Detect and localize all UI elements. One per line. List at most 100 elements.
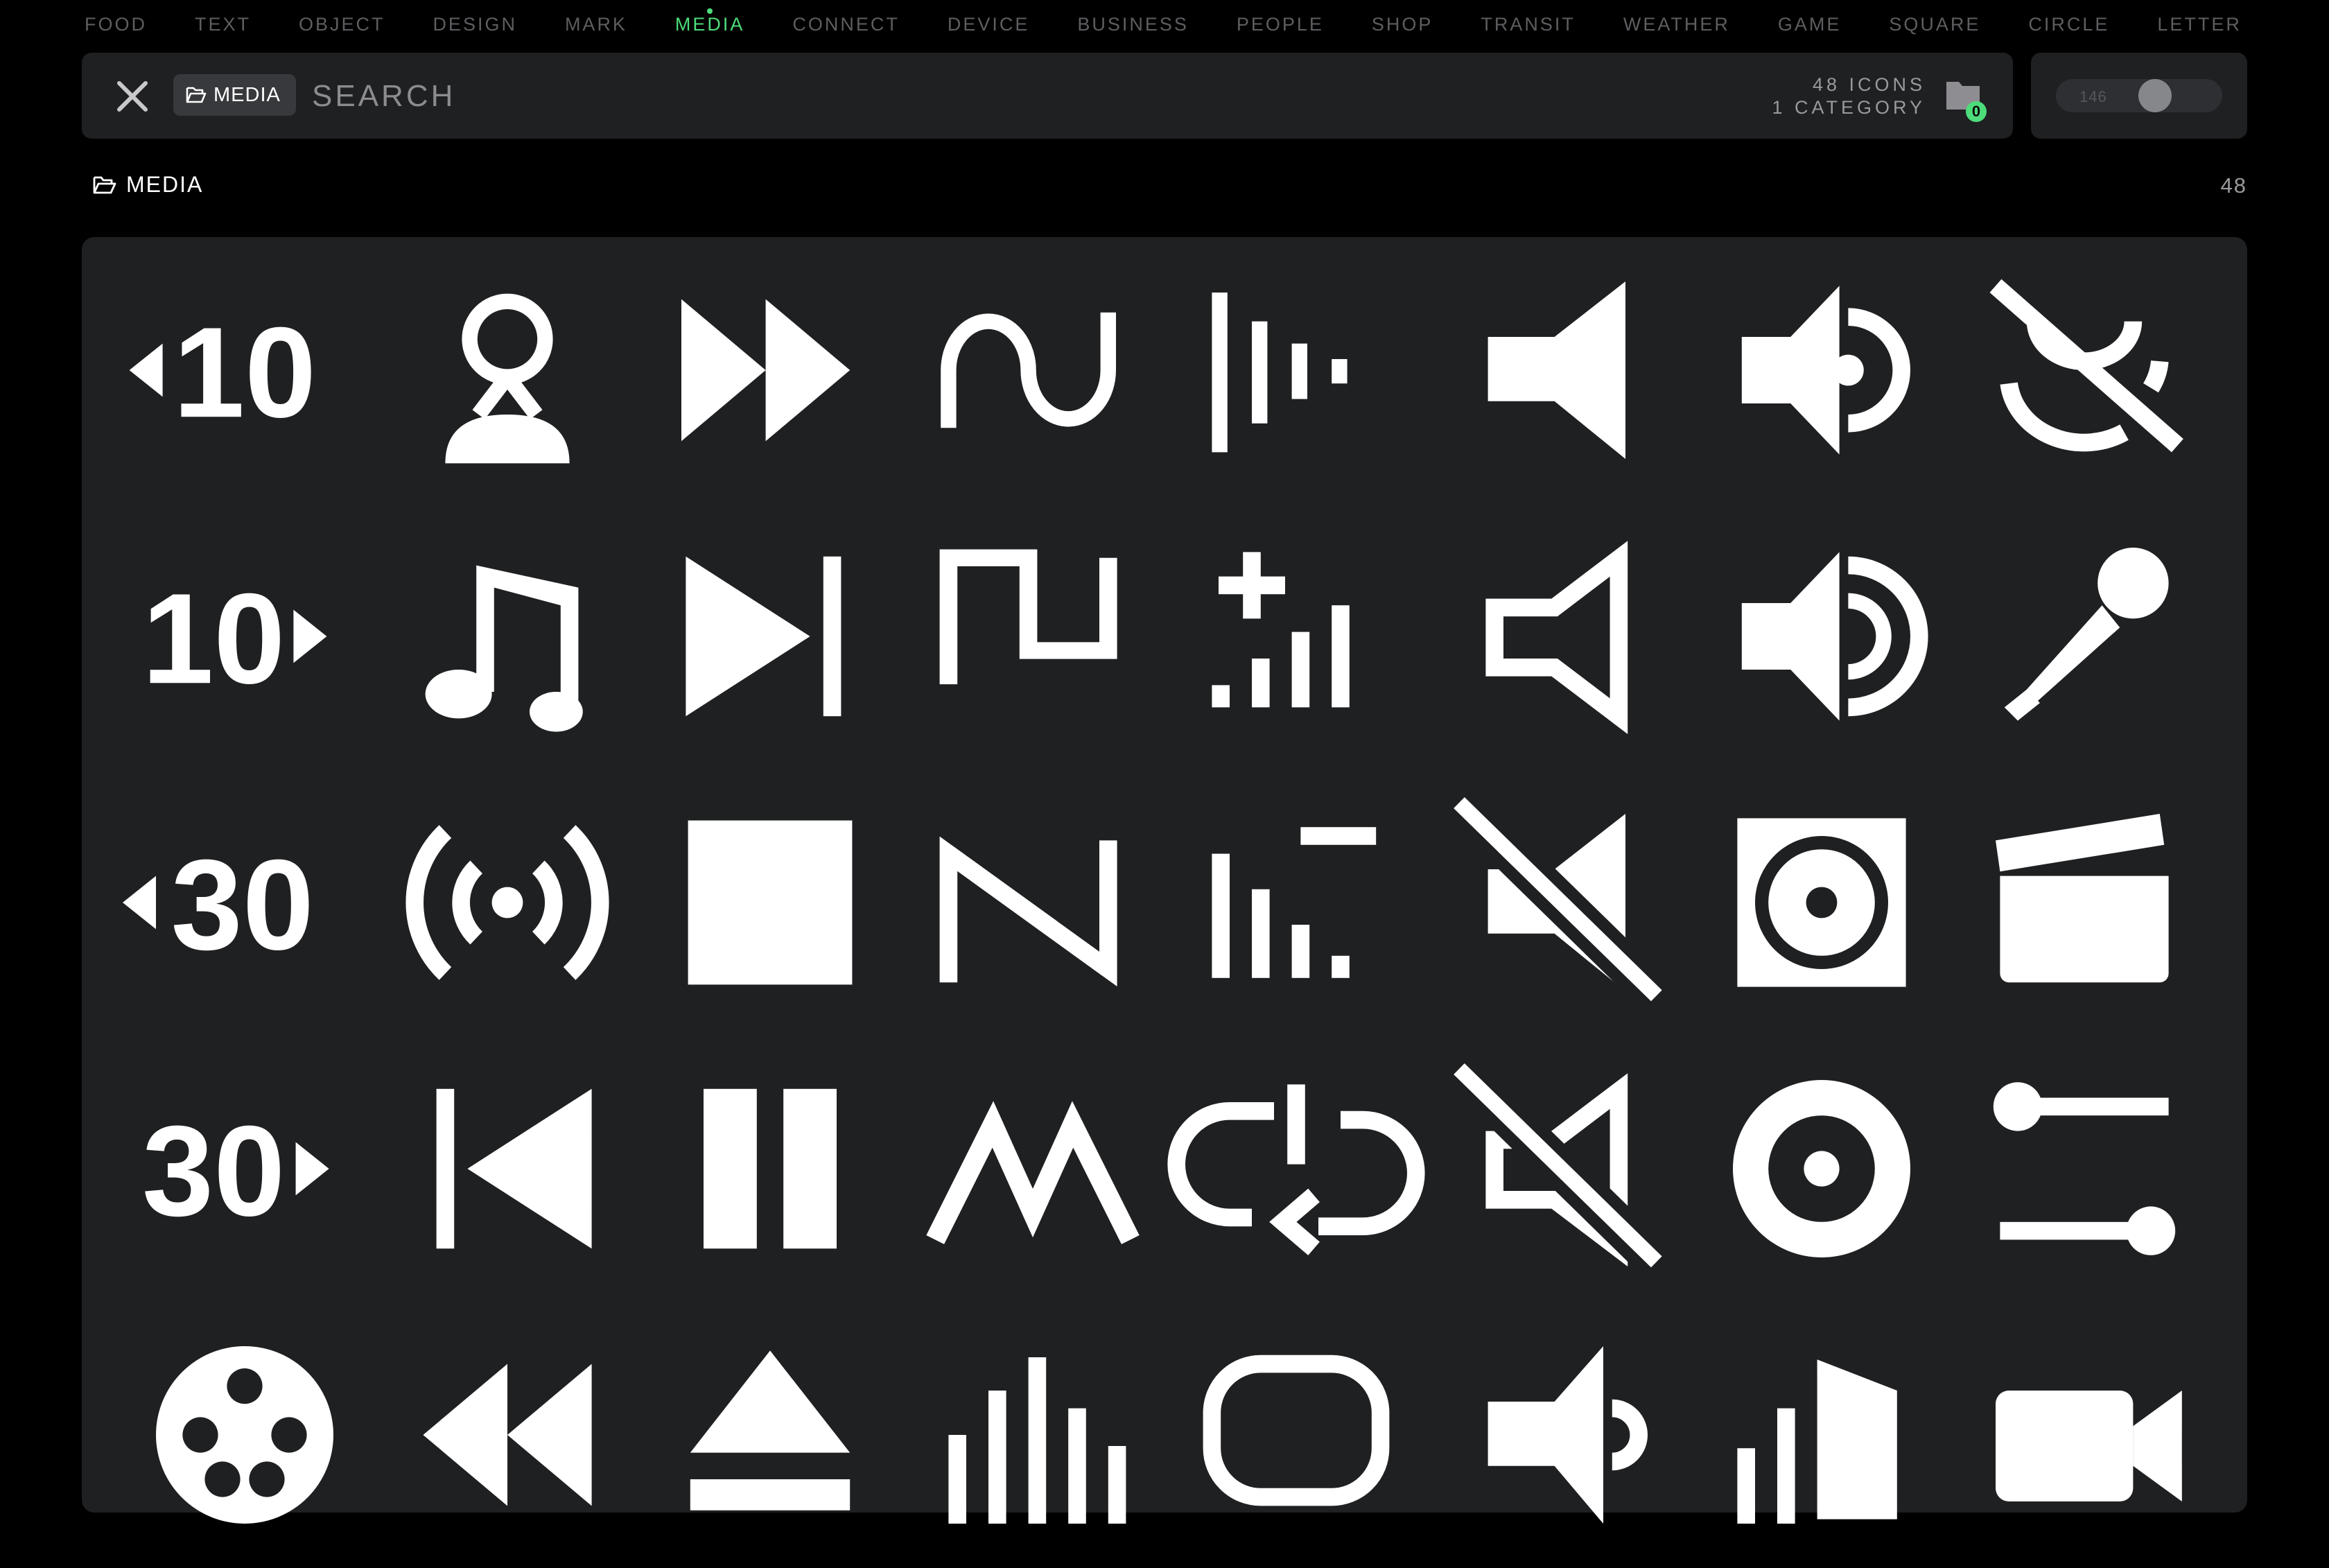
category-tab-square[interactable]: SQUARE — [1886, 14, 1983, 35]
category-tab-mark[interactable]: MARK — [562, 14, 630, 35]
category-label: CONNECT — [792, 13, 900, 35]
icon-cell-volume-low[interactable] — [1426, 1302, 1692, 1568]
category-tab-people[interactable]: PEOPLE — [1234, 14, 1327, 35]
icon-size-slider[interactable]: 146 — [2056, 79, 2222, 112]
icon-cell-volume-bars-minus[interactable] — [1163, 769, 1429, 1036]
icon-cell-video-camera[interactable] — [1951, 1302, 2217, 1568]
icon-cell-speaker[interactable] — [1426, 237, 1692, 503]
icon-cell-volume-add[interactable] — [1163, 503, 1429, 769]
icon-cell-repeat[interactable] — [1163, 1302, 1429, 1568]
icon-cell-broadcast[interactable] — [374, 769, 640, 1036]
icon-cell-microphone-off[interactable] — [1951, 237, 2217, 503]
icon-cell-replay-30[interactable]: 30 — [112, 769, 378, 1036]
category-label: BUSINESS — [1077, 13, 1189, 35]
clapperboard-icon — [1996, 814, 2169, 983]
search-input[interactable] — [311, 69, 1630, 123]
category-label: DESIGN — [433, 13, 517, 35]
category-count: 1 CATEGORY — [1772, 97, 1926, 118]
category-label: MARK — [564, 13, 627, 35]
icon-cell-disc-square[interactable] — [1689, 769, 1955, 1036]
sine-wave-icon — [941, 312, 1116, 428]
icon-cell-film-reel[interactable] — [112, 1302, 378, 1568]
stop-icon — [688, 820, 853, 985]
category-nav: FOOD TEXT OBJECT DESIGN MARK MEDIA CONNECT DEVI… — [82, 0, 2244, 49]
fast-forward-icon — [681, 299, 851, 442]
search-bar: MEDIA 48 ICONS 1 CATEGORY 0 — [82, 53, 2013, 139]
icon-cell-speaker-outline[interactable] — [1426, 503, 1692, 769]
icon-cell-sawtooth-wave[interactable] — [900, 769, 1166, 1036]
icon-cell-music-note[interactable] — [374, 503, 640, 769]
category-tab-transit[interactable]: TRANSIT — [1478, 14, 1578, 35]
category-tab-food[interactable]: FOOD — [82, 14, 150, 35]
section-icon-count: 48 — [2220, 173, 2247, 198]
icon-cell-triangle-wave[interactable] — [900, 1036, 1166, 1302]
category-label: LETTER — [2157, 13, 2242, 35]
sawtooth-wave-icon — [939, 836, 1117, 987]
icon-cell-eject[interactable] — [637, 1302, 903, 1568]
icon-cell-forward-30[interactable]: 30 — [112, 1036, 378, 1302]
microphone-icon — [2004, 548, 2169, 721]
folder-open-icon — [186, 87, 207, 103]
category-tab-object[interactable]: OBJECT — [296, 14, 388, 35]
category-tab-game[interactable]: GAME — [1775, 14, 1844, 35]
svg-text:30: 30 — [142, 1099, 285, 1243]
forward-30-icon: 30 — [142, 1099, 329, 1243]
icon-cell-speaker-mute[interactable] — [1426, 769, 1692, 1036]
volume-add-icon — [1212, 552, 1350, 708]
speaker-mute-icon — [1445, 788, 1671, 1010]
icon-cell-disc[interactable] — [1689, 1036, 1955, 1302]
icon-cell-volume-bars-speaker[interactable] — [1689, 1302, 1955, 1568]
speaker-icon — [1488, 281, 1625, 459]
section-header: MEDIA — [93, 172, 203, 198]
category-tab-letter[interactable]: LETTER — [2154, 14, 2244, 35]
icon-cell-repeat-one[interactable] — [1163, 1036, 1429, 1302]
icon-cell-equalizer[interactable] — [900, 1302, 1166, 1568]
icon-grid: 10 10 30 30 — [82, 237, 2247, 1524]
category-tab-text[interactable]: TEXT — [192, 14, 254, 35]
category-tab-shop[interactable]: SHOP — [1369, 14, 1436, 35]
collection-folder-button[interactable]: 0 — [1944, 78, 1987, 122]
replay-10-icon: 10 — [129, 301, 316, 444]
category-tab-device[interactable]: DEVICE — [945, 14, 1033, 35]
close-icon[interactable] — [115, 79, 150, 114]
speaker-outline-icon — [1485, 541, 1628, 734]
icon-count: 48 ICONS — [1812, 74, 1926, 95]
icon-cell-audio-wave[interactable] — [1163, 237, 1429, 503]
volume-max-icon — [1741, 552, 1928, 721]
broadcast-icon — [405, 825, 609, 980]
category-tab-design[interactable]: DESIGN — [430, 14, 520, 35]
icon-cell-sine-wave[interactable] — [900, 237, 1166, 503]
category-filter-chip[interactable]: MEDIA — [173, 74, 296, 116]
volume-bars-speaker-icon — [1737, 1359, 1897, 1524]
icon-cell-skip-previous[interactable] — [374, 1036, 640, 1302]
slider-knob[interactable] — [2138, 79, 2172, 112]
pause-icon — [704, 1088, 837, 1249]
result-counts: 48 ICONS 1 CATEGORY — [1772, 73, 1926, 119]
icon-cell-stop[interactable] — [637, 769, 903, 1036]
icon-cell-podcaster[interactable] — [374, 237, 640, 503]
category-tab-circle[interactable]: CIRCLE — [2025, 14, 2112, 35]
icon-cell-pause[interactable] — [637, 1036, 903, 1302]
icon-cell-replay-10[interactable]: 10 — [112, 237, 378, 503]
category-tab-connect[interactable]: CONNECT — [790, 14, 902, 35]
category-tab-weather[interactable]: WEATHER — [1621, 14, 1733, 35]
category-label: MEDIA — [674, 13, 745, 35]
icon-cell-fast-forward[interactable] — [637, 237, 903, 503]
icon-cell-square-wave[interactable] — [900, 503, 1166, 769]
category-label: WEATHER — [1623, 13, 1730, 35]
icon-cell-forward-10[interactable]: 10 — [112, 503, 378, 769]
volume-up-icon — [1741, 286, 1910, 455]
icon-cell-speaker-outline-mute[interactable] — [1426, 1036, 1692, 1302]
icon-cell-skip-next[interactable] — [637, 503, 903, 769]
icon-cell-volume-max[interactable] — [1689, 503, 1955, 769]
icon-cell-sliders[interactable] — [1951, 1036, 2217, 1302]
disc-square-icon — [1737, 818, 1906, 987]
category-tab-media[interactable]: MEDIA — [672, 8, 748, 35]
icon-cell-clapperboard[interactable] — [1951, 769, 2217, 1036]
category-tab-business[interactable]: BUSINESS — [1074, 14, 1192, 35]
repeat-icon — [1203, 1354, 1390, 1506]
audio-wave-icon — [1212, 293, 1347, 453]
icon-cell-volume-up[interactable] — [1689, 237, 1955, 503]
icon-cell-rewind[interactable] — [374, 1302, 640, 1568]
icon-cell-microphone[interactable] — [1951, 503, 2217, 769]
